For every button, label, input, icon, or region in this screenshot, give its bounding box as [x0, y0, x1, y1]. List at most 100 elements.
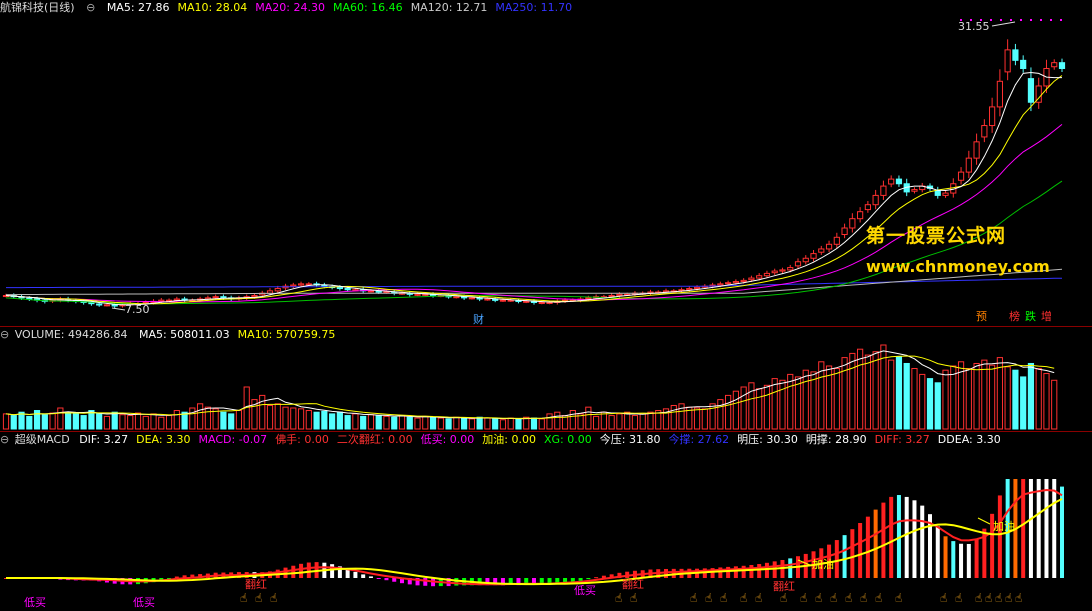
- volume-bar: [841, 357, 848, 430]
- event-tag-3[interactable]: 增: [1040, 310, 1053, 324]
- macd-pane[interactable]: ⊖ 超级MACD DIF: 3.27 DEA: 3.30 MACD: -0.07 佛手…: [0, 432, 1092, 611]
- volume-bar: [701, 408, 708, 430]
- volume-bar: [65, 411, 72, 430]
- volume-bar: [763, 384, 771, 430]
- high-price-label: 31.55: [958, 20, 990, 33]
- volume-bar: [981, 359, 988, 430]
- ma250-line: [6, 277, 1063, 289]
- volume-bar: [282, 406, 289, 430]
- macd-histogram-bar: [935, 526, 940, 578]
- macd-histogram-bar: [889, 496, 894, 578]
- candle-body: [111, 304, 118, 307]
- volume-bar: [204, 406, 211, 430]
- macd-histogram-bar: [997, 495, 1002, 578]
- macd-histogram-bar: [376, 578, 381, 579]
- candle-body: [779, 269, 786, 272]
- macd-histogram-bar: [974, 539, 979, 578]
- volume-bar: [367, 414, 375, 430]
- candle-body: [693, 286, 701, 290]
- volume-chart[interactable]: [0, 327, 1092, 431]
- hand-signal-icon: ☝: [690, 591, 697, 605]
- macd-histogram-bar: [873, 509, 878, 578]
- candle-body: [810, 253, 817, 259]
- volume-bar: [748, 382, 755, 430]
- watermark-url: www.chnmoney.com: [866, 257, 1050, 276]
- hand-signal-icon: ☝: [895, 591, 902, 605]
- candle-body: [523, 300, 530, 303]
- finance-event-tag[interactable]: 财: [473, 311, 484, 327]
- hand-signal-icon: ☝: [270, 591, 277, 605]
- volume-bar: [756, 388, 763, 430]
- hand-signal-icon: ☝: [755, 591, 762, 605]
- volume-pane[interactable]: ⊖ VOLUME: 494286.84 MA5: 508011.03 MA10: …: [0, 327, 1092, 431]
- hand-signal-icon: ☝: [705, 591, 712, 605]
- hand-signal-icon: ☝: [800, 591, 807, 605]
- volume-bar: [499, 419, 507, 430]
- event-tag-2[interactable]: 跌: [1024, 310, 1037, 324]
- candle-body: [880, 185, 887, 196]
- candle-body: [274, 288, 281, 292]
- candle-body: [1012, 49, 1019, 61]
- volume-bar: [693, 407, 701, 430]
- volume-bar: [670, 404, 677, 430]
- buy-low-annotation: 低买: [24, 596, 46, 609]
- volume-bar: [476, 416, 483, 430]
- candle-body: [1004, 49, 1011, 73]
- volume-bar: [950, 365, 957, 430]
- event-tag-1[interactable]: 榜: [1008, 310, 1021, 324]
- volume-bar: [422, 415, 429, 430]
- macd-histogram-bar: [951, 541, 956, 578]
- price-pane[interactable]: 航锦科技(日线) ⊖ MA5: 27.86 MA10: 28.04 MA20: 24…: [0, 0, 1092, 326]
- volume-bar: [321, 410, 328, 430]
- volume-bar: [515, 418, 522, 430]
- volume-bar: [911, 368, 918, 430]
- macd-histogram-bar: [1036, 479, 1041, 578]
- volume-bar: [41, 414, 48, 430]
- low-price-label: 7.50: [125, 303, 150, 316]
- macd-histogram-bar: [966, 543, 971, 578]
- macd-chart[interactable]: ☝ ☝ ☝ ☝ ☝ ☝ ☝ ☝ ☝ ☝ ☝ ☝ ☝ ☝ ☝ ☝ ☝ ☝ ☝ ☝ ☝ ☝ ☝ ☝ ☝: [0, 432, 1092, 611]
- volume-bar: [647, 411, 654, 430]
- macd-histogram-bar: [834, 540, 839, 578]
- candle-body: [973, 141, 980, 159]
- low-marker-line: [111, 307, 126, 311]
- candle-body: [251, 295, 258, 298]
- candle-body: [290, 284, 297, 287]
- candle-body: [996, 80, 1003, 108]
- candle-body: [336, 286, 343, 290]
- volume-bar: [445, 418, 452, 430]
- buy-low-annotation: 低买: [574, 584, 596, 597]
- macd-histogram-bar: [772, 561, 777, 578]
- candle-body: [989, 106, 996, 127]
- macd-histogram-bar: [749, 564, 754, 578]
- macd-histogram-bar: [306, 562, 311, 578]
- hand-signal-icon: ☝: [845, 591, 852, 605]
- hand-signal-icon: ☝: [255, 591, 262, 605]
- volume-bar: [787, 373, 794, 430]
- flip-red-annotation: 翻红: [773, 580, 795, 593]
- candle-body: [484, 298, 491, 301]
- volume-bar: [903, 362, 910, 430]
- candle-body: [864, 204, 871, 211]
- volume-bar: [1012, 369, 1019, 430]
- volume-bar: [274, 403, 281, 430]
- high-marker-line: [991, 21, 1016, 27]
- price-chart[interactable]: [0, 0, 1092, 326]
- volume-bar: [352, 413, 359, 430]
- volume-bar: [973, 362, 980, 430]
- volume-bar: [181, 411, 188, 430]
- macd-histogram-bar: [330, 564, 335, 578]
- volume-bar: [119, 414, 126, 430]
- candle-body: [888, 178, 895, 185]
- candle-body: [492, 298, 499, 301]
- event-tag-0[interactable]: 预: [975, 310, 988, 324]
- candle-body: [740, 279, 747, 283]
- candle-body: [825, 243, 833, 250]
- volume-bar: [888, 359, 895, 430]
- volume-bar: [398, 415, 406, 430]
- volume-bar: [507, 417, 514, 430]
- volume-bar: [344, 415, 351, 430]
- dea-line: [6, 498, 1063, 586]
- volume-bar: [453, 416, 460, 430]
- candle-body: [895, 178, 903, 185]
